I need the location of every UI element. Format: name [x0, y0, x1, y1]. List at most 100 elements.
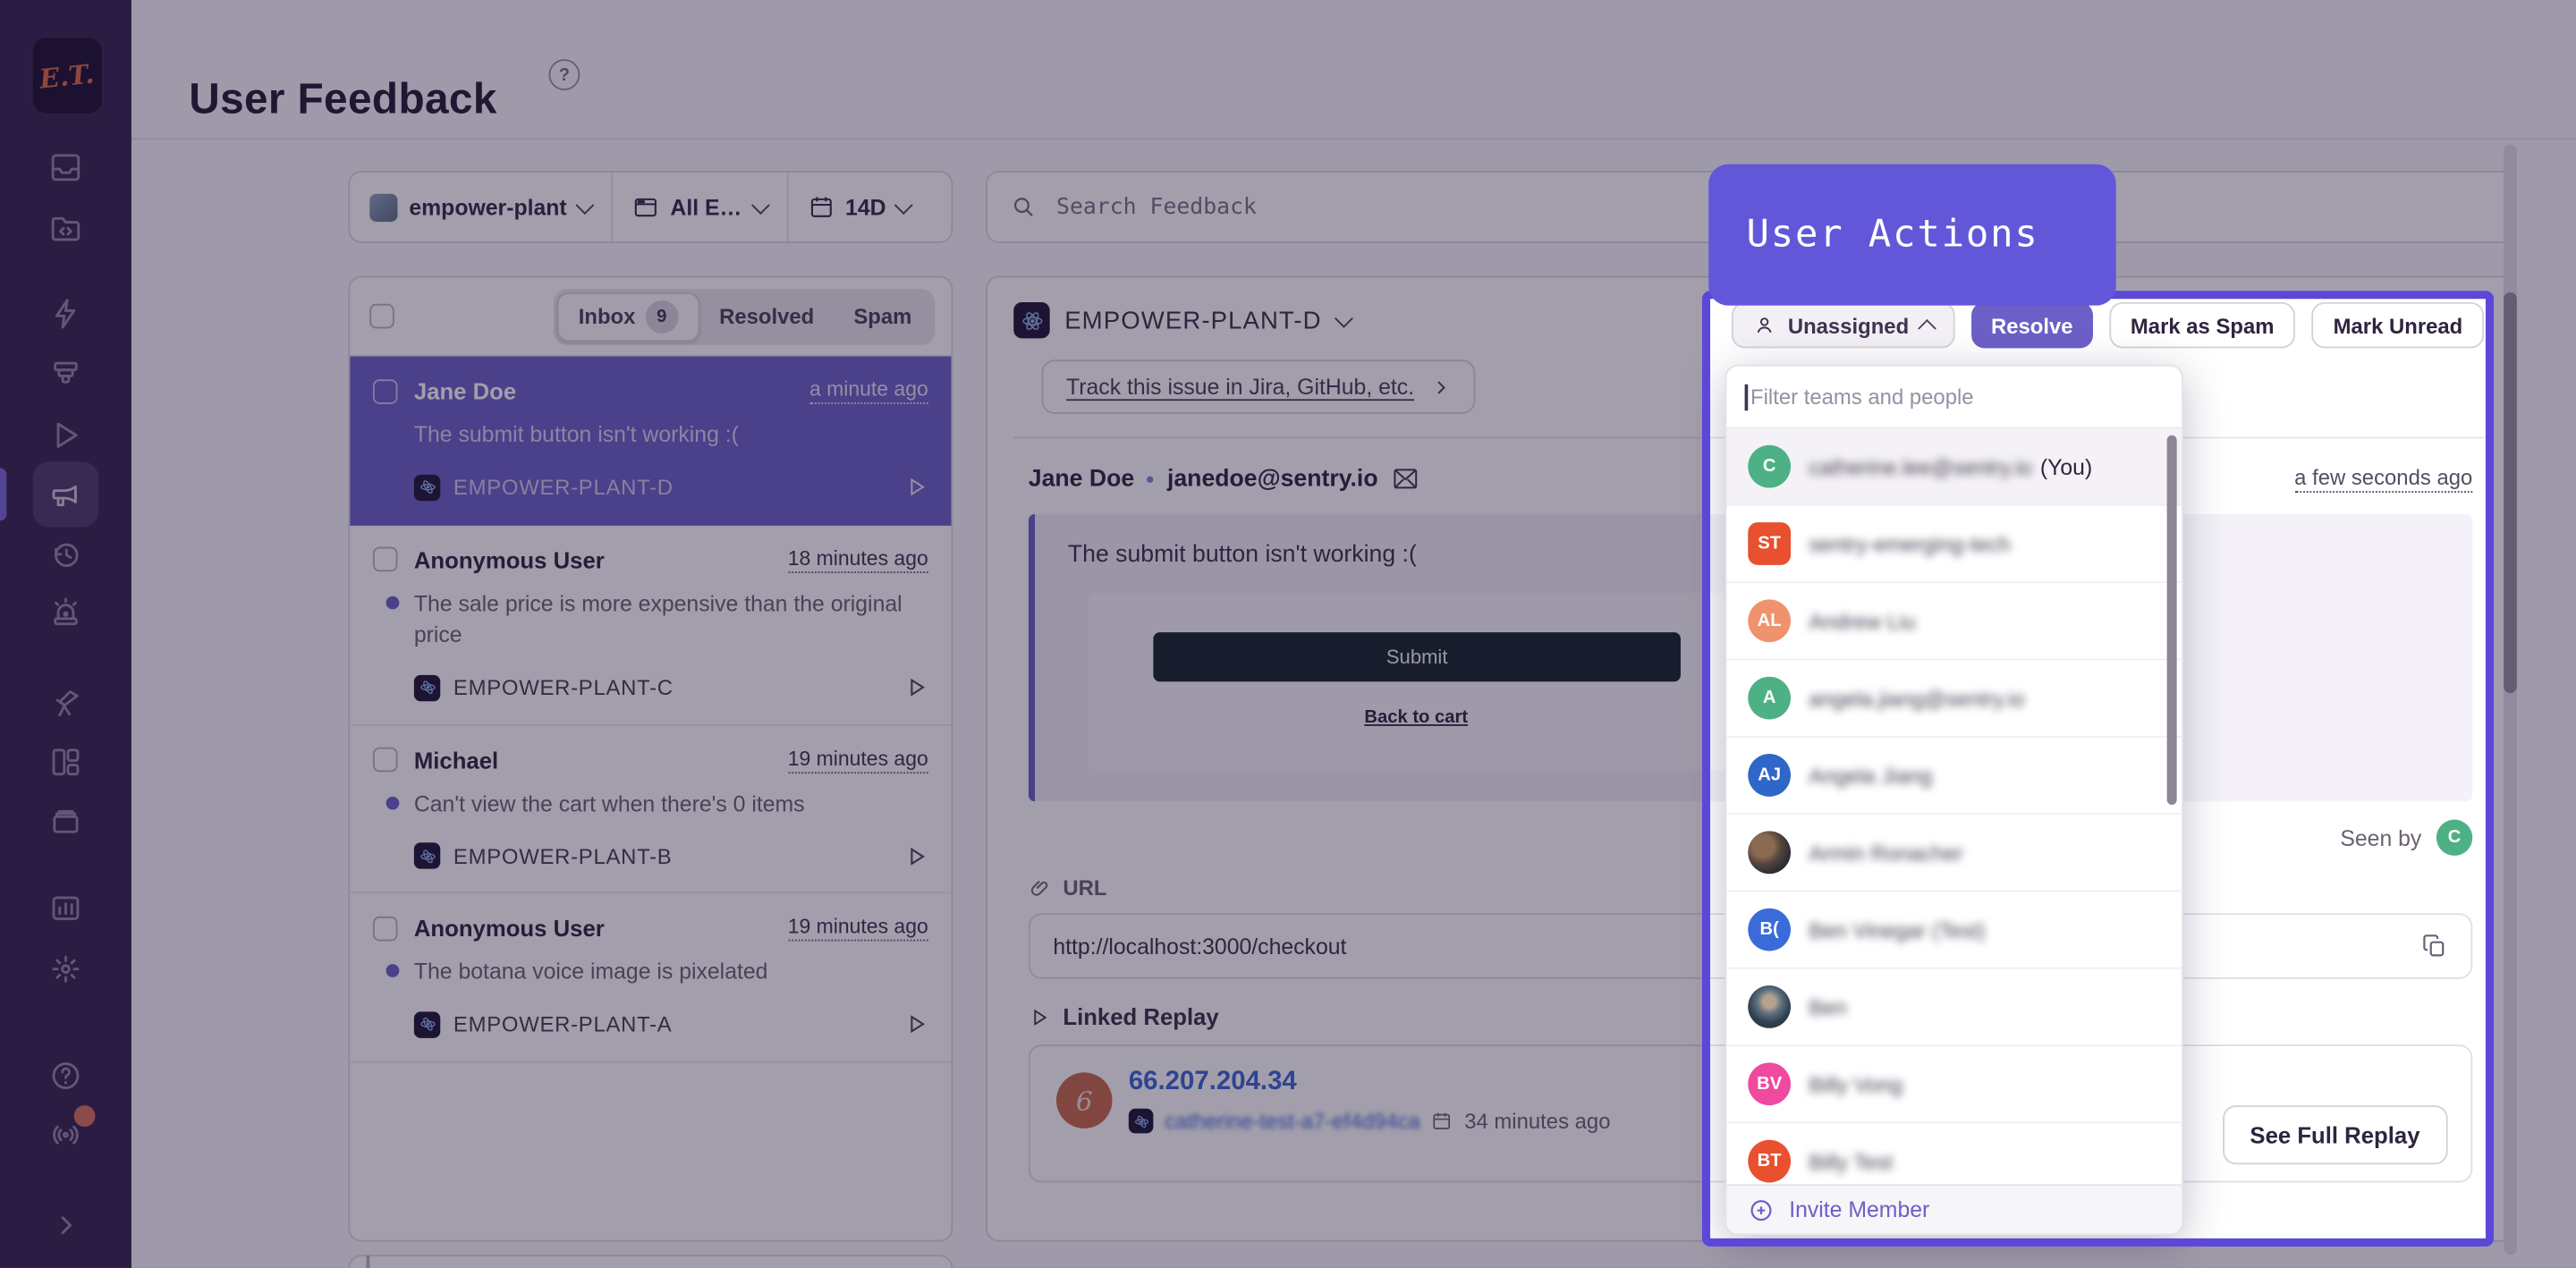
- feedback-list-item[interactable]: Michael 19 minutes ago Can't view the ca…: [350, 725, 951, 893]
- member-name: sentry-emerging-tech: [1809, 531, 2019, 556]
- project-icon: [414, 674, 440, 700]
- mark-spam-button[interactable]: Mark as Spam: [2109, 302, 2295, 348]
- mail-icon[interactable]: [1391, 467, 1419, 492]
- item-checkbox[interactable]: [373, 916, 398, 941]
- tab-spam[interactable]: Spam: [834, 297, 931, 334]
- feedback-list-item[interactable]: Anonymous User 18 minutes ago The sale p…: [350, 525, 951, 725]
- member-name: Ben: [1809, 994, 1855, 1019]
- assignee-option[interactable]: Ben: [1726, 969, 2182, 1046]
- page-filter-bar: empower-plant All E… 14D: [348, 171, 953, 243]
- item-checkbox[interactable]: [373, 378, 398, 403]
- mark-unread-button[interactable]: Mark Unread: [2312, 302, 2484, 348]
- member-avatar: BT: [1748, 1140, 1791, 1183]
- see-full-replay-button[interactable]: See Full Replay: [2222, 1105, 2448, 1164]
- assignee-option[interactable]: BV Billy Vong: [1726, 1046, 2182, 1123]
- project-filter[interactable]: empower-plant: [350, 173, 611, 241]
- replay-play-icon[interactable]: [903, 475, 928, 500]
- explore-icon[interactable]: [47, 685, 83, 721]
- window-icon: [632, 194, 658, 220]
- whats-new-icon[interactable]: [47, 1117, 83, 1153]
- copy-icon[interactable]: [2421, 933, 2447, 959]
- unread-dot: [386, 796, 400, 809]
- item-project-slug: EMPOWER-PLANT-D: [453, 475, 674, 500]
- assignee-option[interactable]: B( Ben Vinegar (Test): [1726, 892, 2182, 968]
- replay-project-icon: [1129, 1109, 1154, 1134]
- environment-filter[interactable]: All E…: [611, 173, 786, 241]
- item-message: The submit button isn't working :(: [414, 422, 739, 447]
- feedback-timestamp[interactable]: a few seconds ago: [2294, 465, 2472, 493]
- unread-dot: [386, 965, 400, 978]
- org-logo[interactable]: E.T.: [31, 36, 104, 114]
- replay-play-icon[interactable]: [903, 844, 928, 869]
- seen-by-avatar[interactable]: C: [2436, 820, 2472, 856]
- item-project-slug: EMPOWER-PLANT-A: [453, 1012, 673, 1037]
- item-checkbox[interactable]: [367, 1255, 370, 1268]
- collapse-icon[interactable]: [47, 1207, 83, 1243]
- projects-icon[interactable]: [47, 210, 83, 246]
- assignee-filter-input[interactable]: Filter teams and people: [1726, 367, 2182, 429]
- item-checkbox[interactable]: [373, 547, 398, 572]
- member-avatar: A: [1748, 677, 1791, 720]
- project-icon: [414, 843, 440, 869]
- assignee-option[interactable]: C catherine.lee@sentry.io(You): [1726, 428, 2182, 505]
- assignee-dropdown-button[interactable]: Unassigned: [1732, 302, 1954, 348]
- help-tooltip-icon[interactable]: ?: [548, 59, 580, 90]
- calendar-icon: [808, 194, 834, 220]
- feedback-list-item[interactable]: Jane Doe a minute ago The submit button …: [350, 357, 951, 525]
- select-all-checkbox[interactable]: [369, 304, 394, 329]
- profiling-icon[interactable]: [47, 357, 83, 393]
- issues-icon[interactable]: [47, 149, 83, 185]
- item-sender-name: Anonymous User: [414, 546, 605, 572]
- next-feedback-item-partial[interactable]: [348, 1255, 953, 1268]
- assignee-option[interactable]: A angela.jiang@sentry.io: [1726, 660, 2182, 737]
- date-range-filter[interactable]: 14D: [786, 173, 930, 241]
- assignee-option[interactable]: Armin Ronacher: [1726, 815, 2182, 892]
- member-name: Billy Test: [1809, 1149, 1901, 1174]
- item-timestamp[interactable]: 18 minutes ago: [788, 546, 928, 572]
- stats-icon[interactable]: [47, 891, 83, 926]
- detail-project-selector[interactable]: EMPOWER-PLANT-D: [1064, 307, 1321, 334]
- feedback-list-item[interactable]: Anonymous User 19 minutes ago The botana…: [350, 894, 951, 1062]
- member-name: angela.jiang@sentry.io: [1809, 686, 2033, 711]
- performance-icon[interactable]: [47, 296, 83, 332]
- dropdown-scrollbar-thumb[interactable]: [2167, 435, 2177, 805]
- item-sender-name: Jane Doe: [414, 377, 516, 403]
- tab-resolved[interactable]: Resolved: [699, 297, 834, 334]
- replay-play-icon[interactable]: [903, 1012, 928, 1037]
- sidebar: E.T.: [0, 0, 131, 1268]
- url-section-label: URL: [1063, 875, 1106, 900]
- active-nav-indicator: [0, 468, 6, 520]
- chevron-down-icon: [576, 195, 595, 214]
- assignee-option[interactable]: ST sentry-emerging-tech: [1726, 506, 2182, 583]
- item-timestamp[interactable]: 19 minutes ago: [788, 916, 928, 942]
- track-issue-button[interactable]: Track this issue in Jira, GitHub, etc.: [1041, 359, 1475, 414]
- feedback-icon[interactable]: [47, 477, 83, 512]
- releases-icon[interactable]: [47, 803, 83, 839]
- mailbox-tabs: Inbox 9 Resolved Spam: [554, 288, 935, 343]
- member-name: Ben Vinegar (Test): [1809, 917, 1994, 943]
- assignee-option[interactable]: AJ Angela Jiang: [1726, 738, 2182, 815]
- replay-play-icon[interactable]: [903, 675, 928, 700]
- member-name: catherine.lee@sentry.io(You): [1809, 454, 2092, 479]
- replay-id[interactable]: catherine-test-a7-ef4d94ca: [1165, 1109, 1419, 1134]
- replays-icon[interactable]: [47, 418, 83, 453]
- help-icon[interactable]: [47, 1058, 83, 1094]
- crons-icon[interactable]: [47, 537, 83, 573]
- item-message: The botana voice image is pixelated: [414, 959, 768, 985]
- settings-icon[interactable]: [47, 951, 83, 986]
- tab-inbox[interactable]: Inbox 9: [557, 292, 699, 341]
- item-timestamp[interactable]: a minute ago: [809, 377, 928, 403]
- resolve-button[interactable]: Resolve: [1971, 302, 2093, 348]
- notification-dot: [74, 1105, 96, 1127]
- dashboards-icon[interactable]: [47, 744, 83, 780]
- assignee-option[interactable]: AL Andrew Liu: [1726, 583, 2182, 660]
- chevron-down-icon: [894, 195, 913, 214]
- screenshot-submit-button: Submit: [1153, 632, 1681, 681]
- alerts-icon[interactable]: [47, 595, 83, 630]
- invite-member-button[interactable]: Invite Member: [1726, 1184, 2182, 1233]
- project-icon: [414, 1011, 440, 1037]
- item-timestamp[interactable]: 19 minutes ago: [788, 747, 928, 773]
- page-scrollbar-thumb[interactable]: [2504, 292, 2517, 693]
- item-checkbox[interactable]: [373, 748, 398, 773]
- replay-time: 34 minutes ago: [1464, 1109, 1610, 1134]
